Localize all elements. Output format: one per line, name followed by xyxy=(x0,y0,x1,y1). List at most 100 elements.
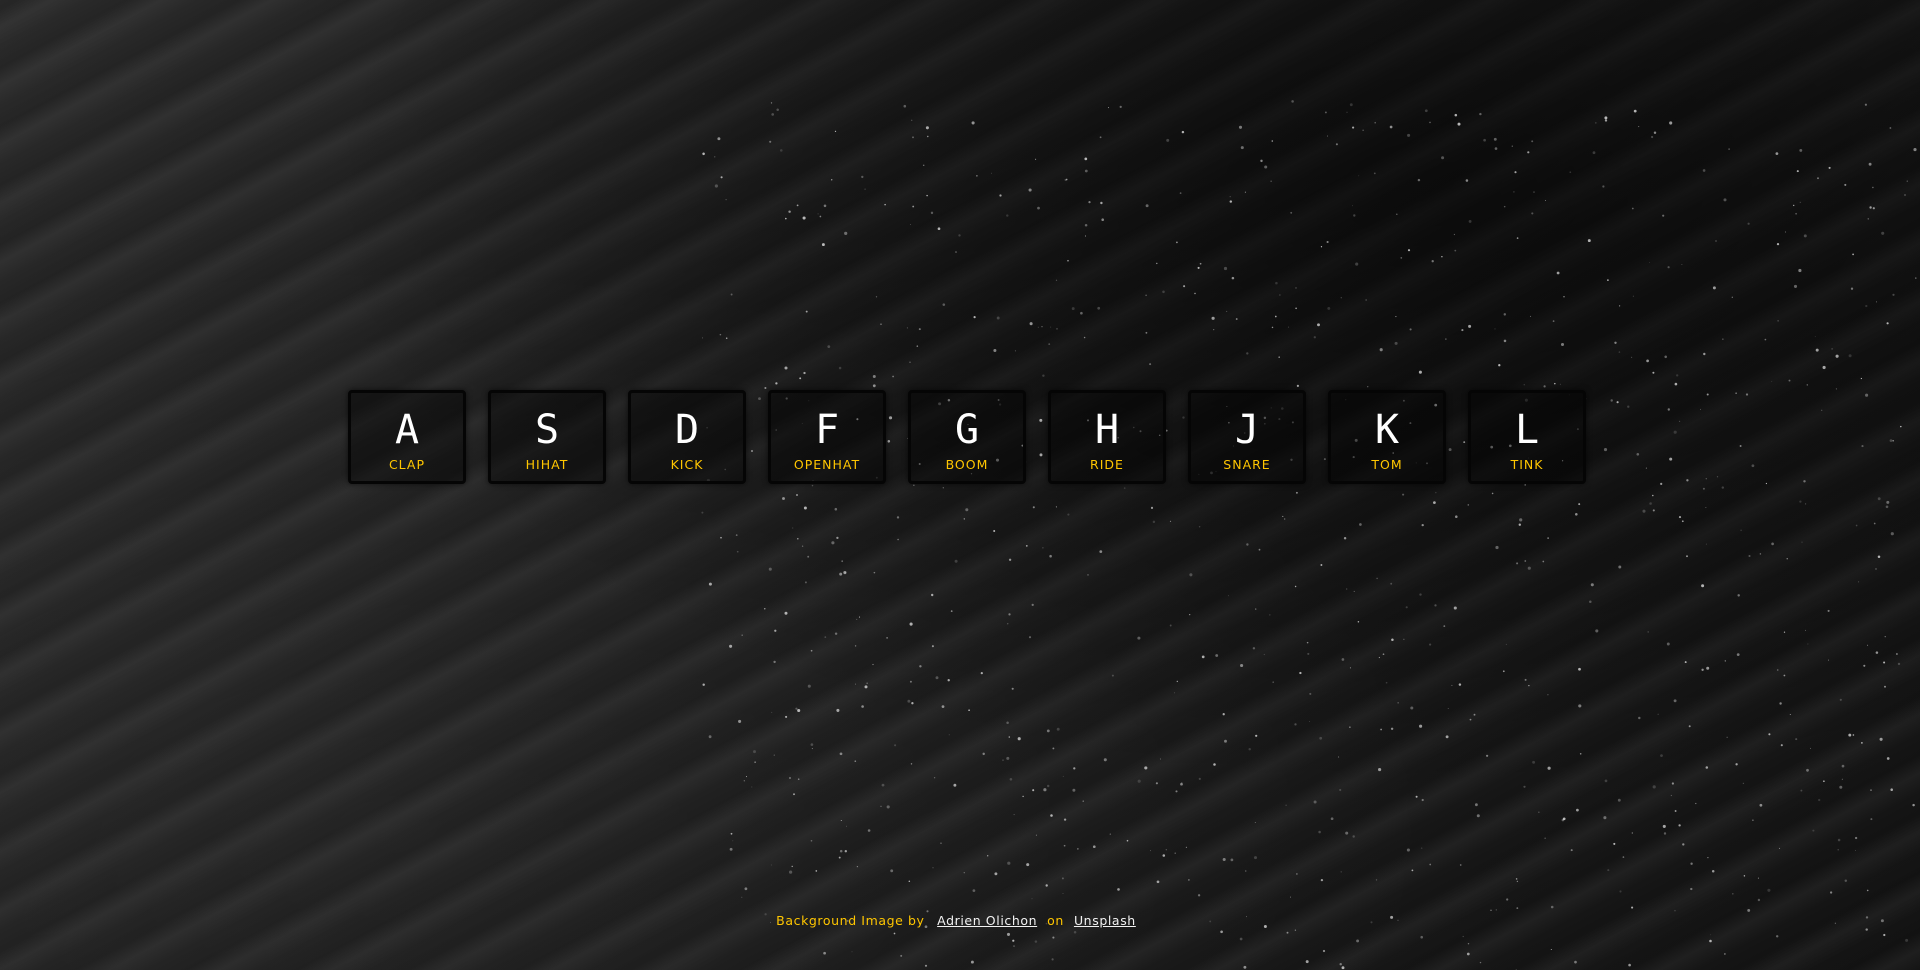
sand-speckle xyxy=(1445,338,1447,340)
sand-speckle xyxy=(1854,849,1856,851)
key-f[interactable]: F OPENHAT xyxy=(768,390,886,484)
key-a[interactable]: A CLAP xyxy=(348,390,466,484)
sand-speckle xyxy=(1527,151,1530,154)
sand-speckle xyxy=(1454,113,1458,117)
sand-speckle xyxy=(1614,341,1617,344)
sand-speckle xyxy=(708,735,712,739)
key-sound-label: TINK xyxy=(1510,456,1544,472)
sand-speckle xyxy=(785,715,788,718)
sand-speckle xyxy=(1883,933,1886,937)
sand-speckle xyxy=(1516,907,1519,909)
sand-speckle xyxy=(785,217,787,220)
sand-speckle xyxy=(1652,785,1656,789)
sand-speckle xyxy=(792,527,794,529)
sand-speckle xyxy=(1631,207,1634,210)
sand-speckle xyxy=(1806,384,1808,386)
sand-speckle xyxy=(1578,704,1582,708)
sand-speckle xyxy=(1294,585,1297,588)
sand-speckle xyxy=(1631,356,1633,358)
sand-speckle xyxy=(1550,948,1552,951)
sand-speckle xyxy=(1686,479,1689,482)
sand-speckle xyxy=(1764,338,1767,341)
sand-speckle xyxy=(1295,491,1298,494)
sand-speckle xyxy=(1088,201,1091,204)
sand-speckle xyxy=(1062,892,1064,894)
sand-speckle xyxy=(1006,932,1011,936)
sand-speckle xyxy=(1814,336,1816,338)
sand-speckle xyxy=(1884,636,1886,638)
sand-speckle xyxy=(1850,287,1854,290)
sand-speckle xyxy=(1346,588,1348,590)
sand-speckle xyxy=(1420,935,1423,939)
key-s[interactable]: S HIHAT xyxy=(488,390,606,484)
key-l[interactable]: L TINK xyxy=(1468,390,1586,484)
sand-speckle xyxy=(1780,744,1783,747)
sand-speckle xyxy=(1844,879,1848,882)
sand-speckle xyxy=(1863,664,1866,667)
sand-speckle xyxy=(843,571,847,575)
sand-speckle xyxy=(1742,782,1745,785)
key-g[interactable]: G BOOM xyxy=(908,390,1026,484)
sand-speckle xyxy=(1279,294,1281,296)
sand-speckle xyxy=(906,327,908,329)
sand-speckle xyxy=(1317,323,1320,327)
sand-speckle xyxy=(999,194,1002,197)
sand-speckle xyxy=(1569,171,1572,174)
sand-speckle xyxy=(1087,574,1089,576)
sand-speckle xyxy=(1751,464,1755,468)
sand-speckle xyxy=(1795,738,1798,741)
sand-speckle xyxy=(1715,240,1717,242)
sand-speckle xyxy=(1032,789,1035,792)
unsplash-link[interactable]: Unsplash xyxy=(1074,913,1136,928)
sand-speckle xyxy=(1327,135,1329,137)
sand-speckle xyxy=(1468,324,1472,328)
sand-speckle xyxy=(1246,543,1249,546)
key-sound-label: OPENHAT xyxy=(793,456,861,472)
key-letter: F xyxy=(814,406,840,453)
sand-speckle xyxy=(1229,200,1233,203)
sand-speckle xyxy=(1491,492,1494,495)
sand-speckle xyxy=(867,829,871,832)
sand-speckle xyxy=(1844,183,1847,186)
sand-speckle xyxy=(1485,754,1489,757)
author-link[interactable]: Adrien Olichon xyxy=(937,913,1037,928)
sand-speckle xyxy=(1835,388,1837,390)
sand-speckle xyxy=(1531,212,1534,215)
sand-speckle xyxy=(725,198,727,201)
sand-speckle xyxy=(1799,201,1801,204)
sand-speckle xyxy=(1260,159,1263,163)
sand-speckle xyxy=(1306,641,1309,644)
sand-speckle xyxy=(1051,958,1054,961)
key-j[interactable]: J SNARE xyxy=(1188,390,1306,484)
sand-speckle xyxy=(1810,747,1812,749)
sand-speckle xyxy=(1619,890,1622,893)
sand-speckle xyxy=(950,610,953,612)
sand-speckle xyxy=(1320,878,1324,882)
sand-speckle xyxy=(908,880,911,883)
sand-speckle xyxy=(1783,631,1786,633)
sand-speckle xyxy=(1616,401,1619,404)
sand-speckle xyxy=(1667,408,1671,411)
key-k[interactable]: K TOM xyxy=(1328,390,1446,484)
sand-speckle xyxy=(803,506,807,510)
sand-speckle xyxy=(801,545,804,547)
sand-speckle xyxy=(789,777,791,779)
sand-speckle xyxy=(1671,782,1675,785)
sand-speckle xyxy=(872,663,874,666)
sand-speckle xyxy=(1009,778,1013,781)
sand-speckle xyxy=(1429,863,1432,866)
sand-speckle xyxy=(701,511,704,514)
image-credit: Background Image by Adrien Olichon on Unsp… xyxy=(0,913,1920,928)
key-h[interactable]: H RIDE xyxy=(1048,390,1166,484)
sand-speckle xyxy=(1405,606,1408,609)
sand-speckle xyxy=(1852,253,1854,256)
sand-speckle xyxy=(1254,822,1256,823)
sand-speckle xyxy=(1245,870,1247,872)
sand-speckle xyxy=(1506,898,1509,901)
sand-speckle xyxy=(1503,205,1506,208)
sand-speckle xyxy=(1239,937,1243,941)
sand-speckle xyxy=(1858,581,1860,583)
sand-speckle xyxy=(1358,175,1360,177)
sand-speckle xyxy=(1607,279,1609,281)
key-d[interactable]: D KICK xyxy=(628,390,746,484)
